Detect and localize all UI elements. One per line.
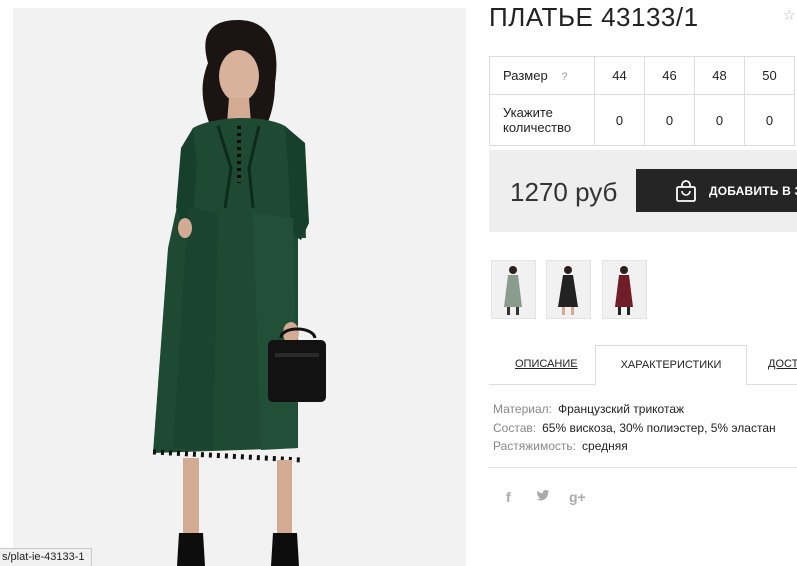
- thumbnail-burgundy[interactable]: [602, 260, 647, 319]
- twitter-icon[interactable]: [536, 489, 550, 505]
- add-to-cart-label: ДОБАВИТЬ В ЗАКАЗ: [709, 184, 797, 198]
- product-title: ПЛАТЬЕ 43133/1: [489, 2, 699, 32]
- quantity-input-48[interactable]: 0: [694, 94, 745, 146]
- size-48: 48: [694, 56, 745, 95]
- quantity-input-50[interactable]: 0: [744, 94, 795, 146]
- spec-row-composition: Состав: 65% вискоза, 30% полиэстер, 5% эл…: [493, 420, 776, 435]
- size-46: 46: [644, 56, 695, 95]
- size-label-cell: Размер ?: [489, 56, 595, 95]
- size-44: 44: [594, 56, 645, 95]
- spec-row-stretch: Растяжимость: средняя: [493, 439, 628, 453]
- divider: [489, 467, 797, 468]
- add-to-cart-button[interactable]: ДОБАВИТЬ В ЗАКАЗ: [636, 169, 797, 212]
- tab-delivery[interactable]: ДОСТАВКА: [768, 345, 797, 384]
- thumbnail-black[interactable]: [546, 260, 591, 319]
- spec-row-material: Материал: Французский трикотаж: [493, 402, 685, 416]
- quantity-input-46[interactable]: 0: [644, 94, 695, 146]
- tab-characteristics[interactable]: ХАРАКТЕРИСТИКИ: [595, 345, 747, 386]
- size-50: 50: [744, 56, 795, 95]
- shopping-bag-icon: [674, 179, 698, 208]
- help-icon[interactable]: ?: [561, 71, 567, 83]
- size-label: Размер: [503, 68, 548, 83]
- google-plus-icon[interactable]: g+: [569, 489, 586, 505]
- product-tabs: ОПИСАНИЕ ХАРАКТЕРИСТИКИ ДОСТАВКА: [489, 345, 797, 386]
- quantity-input-44[interactable]: 0: [594, 94, 645, 146]
- star-icon[interactable]: ☆: [783, 7, 796, 24]
- price: 1270 руб: [510, 177, 618, 207]
- dress-model-illustration: [13, 8, 466, 566]
- status-bar-url: s/plat-ie-43133-1: [0, 548, 92, 566]
- product-main-image[interactable]: [13, 8, 466, 566]
- characteristics-list: Материал: Французский трикотаж Состав: 65%…: [493, 400, 776, 456]
- quantity-label: Укажите количество: [489, 94, 595, 146]
- thumbnail-green[interactable]: [491, 260, 536, 319]
- size-table: Размер ? 44 46 48 50 Укажите количество …: [489, 56, 795, 146]
- price-box: 1270 руб ДОБАВИТЬ В ЗАКАЗ: [489, 150, 797, 232]
- facebook-icon[interactable]: f: [506, 489, 511, 505]
- tab-description[interactable]: ОПИСАНИЕ: [515, 345, 578, 384]
